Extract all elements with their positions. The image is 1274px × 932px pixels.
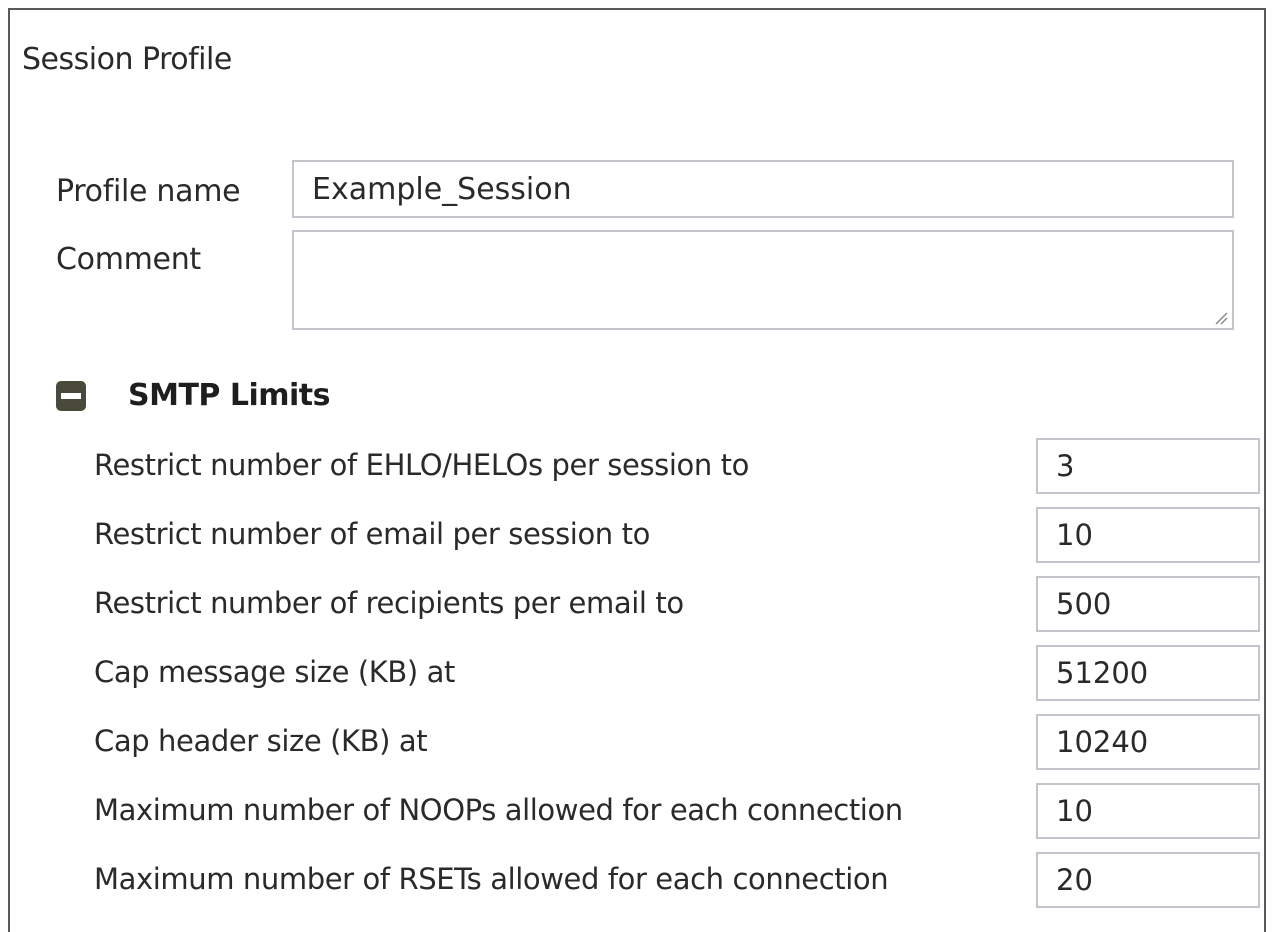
minus-square-icon[interactable] xyxy=(56,380,86,411)
recipients-per-email-input[interactable] xyxy=(1036,576,1260,632)
limit-row-ehlo: Restrict number of EHLO/HELOs per sessio… xyxy=(94,438,1264,496)
email-per-session-input[interactable] xyxy=(1036,507,1260,563)
panel-title: Session Profile xyxy=(22,42,232,77)
comment-label: Comment xyxy=(56,242,201,277)
limit-label: Restrict number of email per session to xyxy=(94,517,650,551)
limit-row-message-size: Cap message size (KB) at xyxy=(94,645,1264,703)
limit-row-header-size: Cap header size (KB) at xyxy=(94,714,1264,772)
limit-label: Maximum number of NOOPs allowed for each… xyxy=(94,793,903,827)
limit-label: Restrict number of EHLO/HELOs per sessio… xyxy=(94,448,749,482)
noops-limit-input[interactable] xyxy=(1036,783,1260,839)
limit-label: Maximum number of RSETs allowed for each… xyxy=(94,862,889,896)
limit-row-recipients: Restrict number of recipients per email … xyxy=(94,576,1264,634)
profile-name-label: Profile name xyxy=(56,174,241,209)
limit-row-rsets: Maximum number of RSETs allowed for each… xyxy=(94,852,1264,910)
resize-grip-icon[interactable] xyxy=(1212,309,1228,325)
smtp-limits-header: SMTP Limits xyxy=(56,378,331,413)
profile-name-input[interactable] xyxy=(292,160,1234,218)
rsets-limit-input[interactable] xyxy=(1036,852,1260,908)
limit-row-email-per-session: Restrict number of email per session to xyxy=(94,507,1264,565)
comment-textarea[interactable] xyxy=(292,230,1234,330)
section-title: SMTP Limits xyxy=(128,378,331,413)
limit-label: Cap message size (KB) at xyxy=(94,655,455,689)
session-profile-panel: Session Profile Profile name Comment SMT… xyxy=(8,8,1266,932)
limit-row-noops: Maximum number of NOOPs allowed for each… xyxy=(94,783,1264,841)
ehlo-limit-input[interactable] xyxy=(1036,438,1260,494)
limit-label: Restrict number of recipients per email … xyxy=(94,586,684,620)
header-size-input[interactable] xyxy=(1036,714,1260,770)
limit-label: Cap header size (KB) at xyxy=(94,724,428,758)
message-size-input[interactable] xyxy=(1036,645,1260,701)
